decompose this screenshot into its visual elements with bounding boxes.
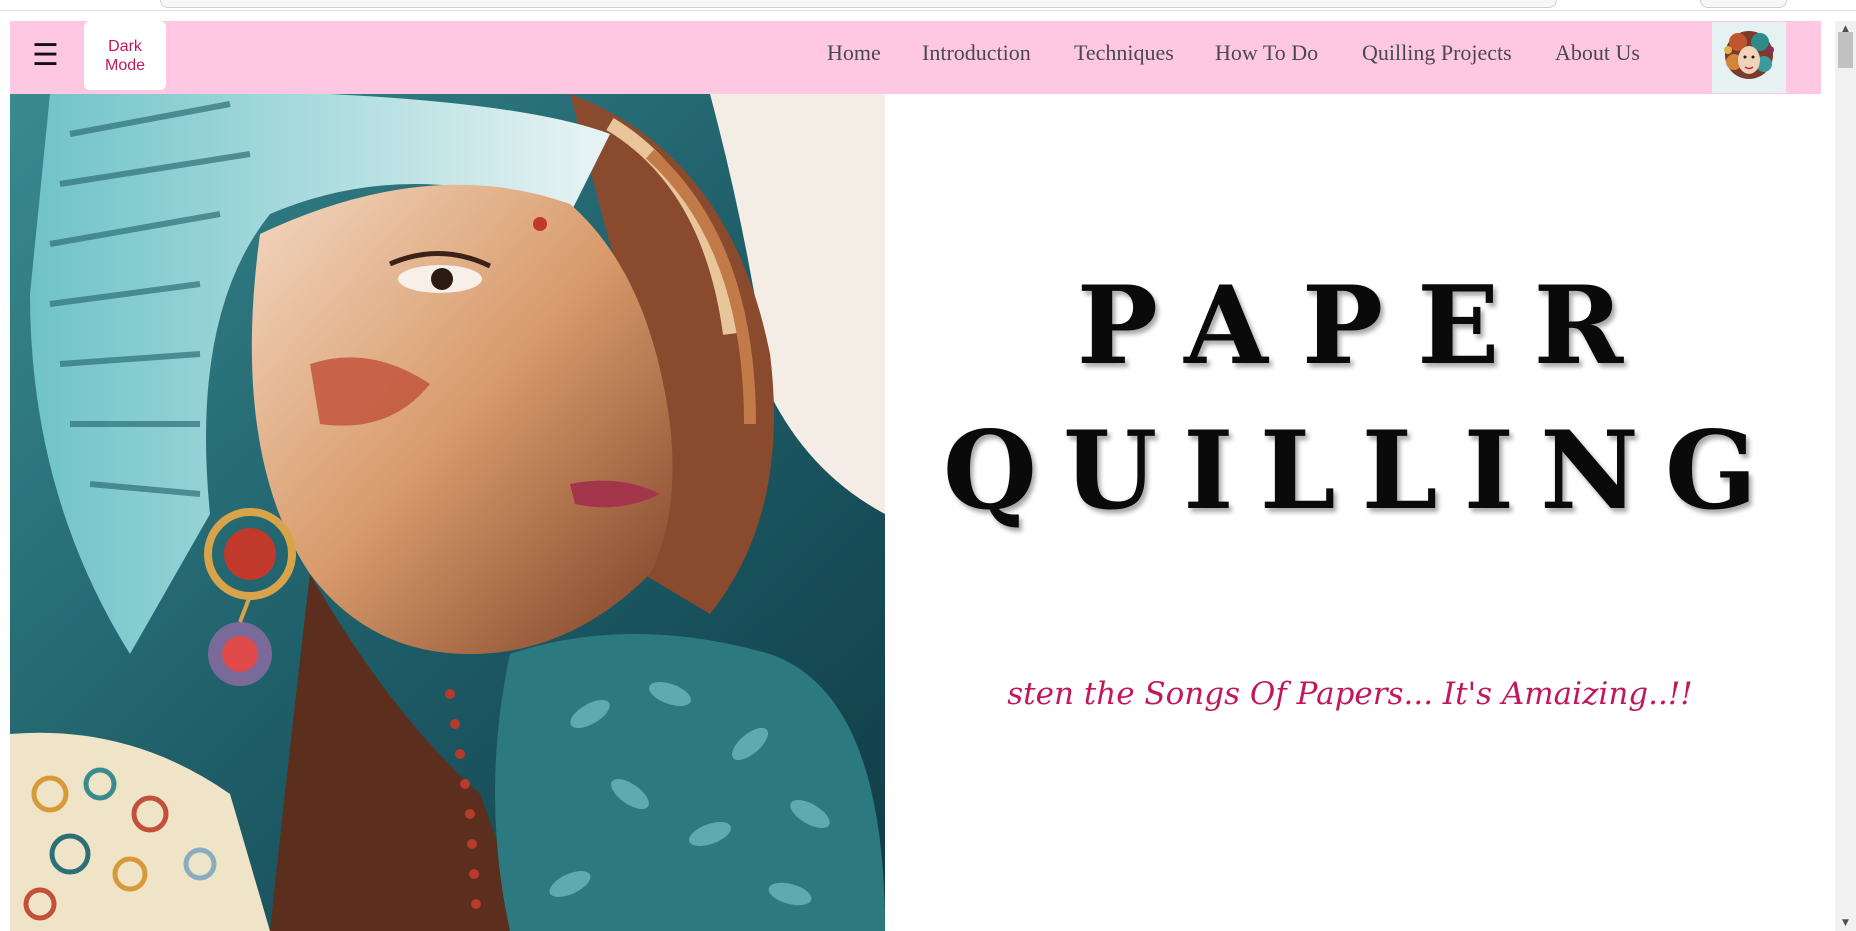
- address-bar-remnant: [160, 0, 1557, 8]
- browser-top-strip: [0, 0, 1856, 11]
- hero-tagline: sten the Songs Of Papers... It's Amaizin…: [1007, 676, 1693, 712]
- nav-link-techniques[interactable]: Techniques: [1074, 40, 1174, 66]
- scroll-down-arrow-icon[interactable]: ▼: [1835, 915, 1856, 931]
- hero-title-line-1: PAPER: [1076, 263, 1658, 390]
- navbar: ☰ Dark Mode Home Introduction Techniques…: [10, 21, 1821, 94]
- nav-link-quilling-projects[interactable]: Quilling Projects: [1362, 40, 1512, 66]
- nav-link-about-us[interactable]: About Us: [1555, 40, 1640, 66]
- nav-link-how-to-do[interactable]: How To Do: [1215, 40, 1318, 66]
- hero-title: PAPER QUILLING: [900, 261, 1800, 551]
- scrollbar-thumb[interactable]: [1838, 32, 1853, 68]
- nav-links: Home Introduction Techniques How To Do Q…: [10, 21, 1821, 94]
- browser-button-remnant: [1700, 0, 1787, 8]
- page-scrollbar[interactable]: ▲ ▼: [1835, 21, 1856, 931]
- hero-title-line-2: QUILLING: [942, 408, 1784, 535]
- nav-link-introduction[interactable]: Introduction: [922, 40, 1031, 66]
- quilled-portrait-logo-icon[interactable]: [1712, 22, 1786, 93]
- nav-link-home[interactable]: Home: [827, 40, 881, 66]
- hero-quilled-portrait-image: [10, 94, 885, 931]
